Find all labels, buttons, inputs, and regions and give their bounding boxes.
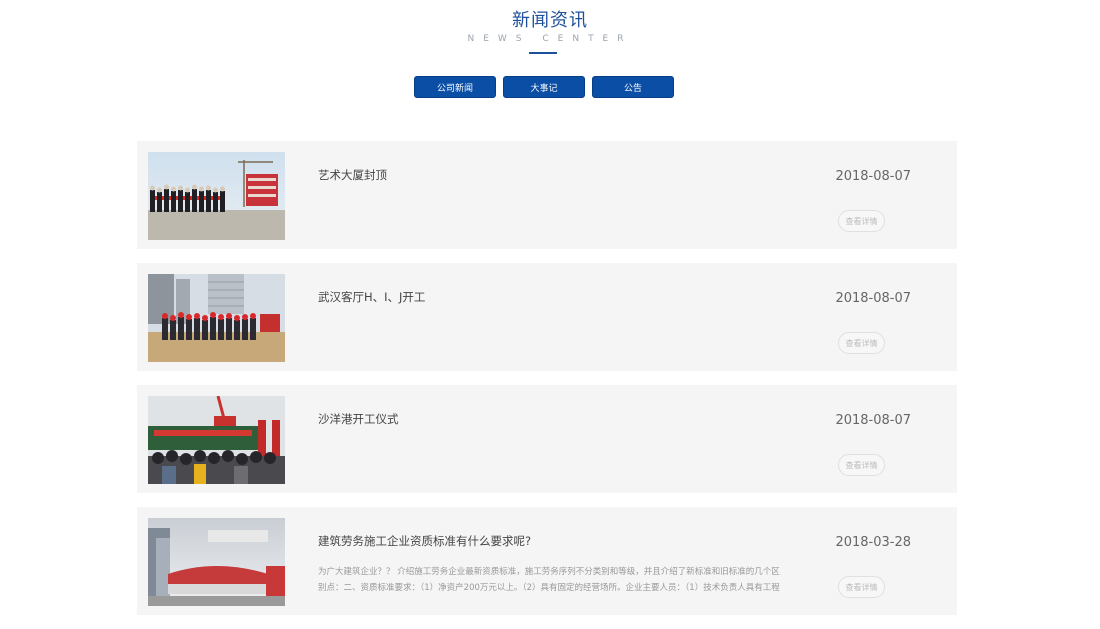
news-title[interactable]: 沙洋港开工仪式 (318, 411, 399, 427)
news-list: 艺术大厦封顶 2018-08-07 查看详情 武汉客厅H、I、J开工 2018-… (137, 141, 957, 629)
category-tabs: 公司新闻 大事记 公告 (414, 76, 674, 98)
news-title[interactable]: 艺术大厦封顶 (318, 167, 387, 183)
view-details-button[interactable]: 查看详情 (838, 210, 885, 232)
news-item[interactable]: 建筑劳务施工企业资质标准有什么要求呢? 为广大建筑企业？？ 介绍施工劳务企业最新… (137, 507, 957, 615)
news-thumbnail[interactable] (148, 152, 285, 240)
tab-company-news[interactable]: 公司新闻 (414, 76, 496, 98)
tab-announcements[interactable]: 公告 (592, 76, 674, 98)
view-details-button[interactable]: 查看详情 (838, 332, 885, 354)
news-date: 2018-08-07 (835, 169, 911, 184)
news-date: 2018-03-28 (835, 535, 911, 550)
news-title[interactable]: 武汉客厅H、I、J开工 (318, 289, 425, 305)
page-subtitle: NEWS CENTER (467, 34, 633, 44)
news-title[interactable]: 建筑劳务施工企业资质标准有什么要求呢? (318, 533, 531, 549)
tab-milestones[interactable]: 大事记 (503, 76, 585, 98)
view-details-button[interactable]: 查看详情 (838, 454, 885, 476)
news-date: 2018-08-07 (835, 413, 911, 428)
view-details-button[interactable]: 查看详情 (838, 576, 885, 598)
news-date: 2018-08-07 (835, 291, 911, 306)
news-thumbnail[interactable] (148, 518, 285, 606)
page-title: 新闻资讯 (512, 10, 588, 31)
news-summary: 为广大建筑企业？？ 介绍施工劳务企业最新资质标准，施工劳务序列不分类别和等级，并… (318, 567, 780, 593)
news-thumbnail[interactable] (148, 396, 285, 484)
news-item[interactable]: 武汉客厅H、I、J开工 2018-08-07 查看详情 (137, 263, 957, 371)
news-item[interactable]: 艺术大厦封顶 2018-08-07 查看详情 (137, 141, 957, 249)
news-thumbnail[interactable] (148, 274, 285, 362)
title-underline (529, 52, 557, 54)
news-item[interactable]: 沙洋港开工仪式 2018-08-07 查看详情 (137, 385, 957, 493)
